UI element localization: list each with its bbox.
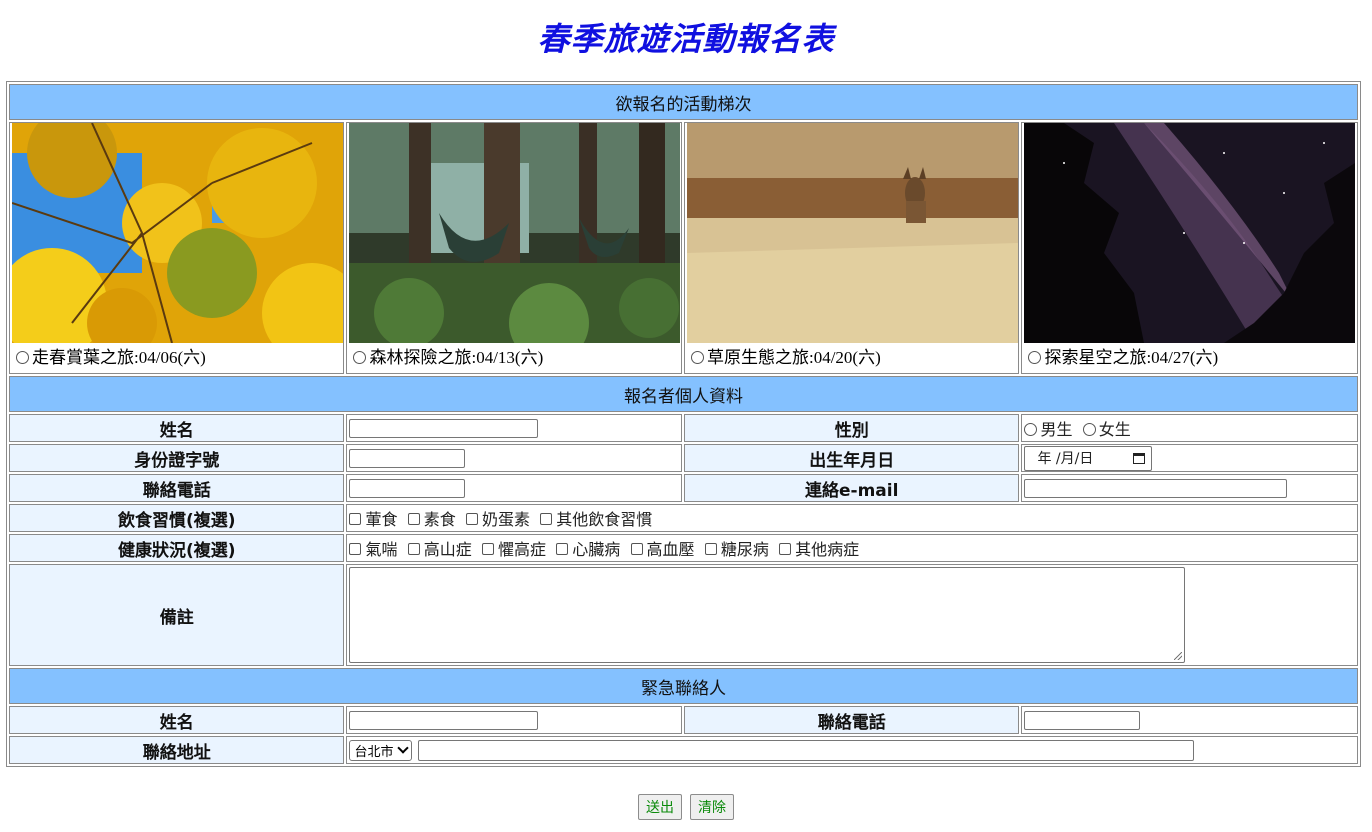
gender-male-label: 男生 [1040,420,1073,439]
address-input[interactable] [417,739,1194,761]
health-other-label: 其他病症 [795,540,860,559]
id-number-label: 身份證字號 [9,444,345,472]
activity-2-radio[interactable] [353,351,367,364]
emergency-phone-input[interactable] [1024,711,1141,731]
autumn-leaves-photo [12,123,343,343]
activity-cell-4: 探索星空之旅:04/27(六) [1021,122,1358,374]
forest-camp-photo [349,123,681,343]
section-header-personal: 報名者個人資料 [9,376,1358,412]
section-header-activities: 欲報名的活動梯次 [9,84,1358,120]
city-select[interactable]: 台北市 [349,739,412,761]
activity-4-label: 探索星空之旅:04/27(六) [1044,348,1219,367]
health-hypertension-label: 高血壓 [646,540,695,559]
diet-other-label: 其他飲食習慣 [556,510,653,529]
email-input[interactable] [1024,479,1288,499]
health-heart-label: 心臟病 [572,540,621,559]
activity-1-label: 走春賞葉之旅:04/06(六) [32,348,206,367]
milky-way-photo [1024,123,1356,343]
phone-input[interactable] [349,479,466,499]
activity-cell-3: 草原生態之旅:04/20(六) [683,122,1020,374]
health-label: 健康狀況(複選) [9,534,345,562]
health-asthma-checkbox[interactable] [349,543,362,555]
health-altitude-checkbox[interactable] [407,543,420,555]
resize-grip-icon[interactable] [1174,652,1183,660]
email-label: 連絡e-mail [683,474,1020,502]
gender-male-radio[interactable] [1024,423,1038,436]
emergency-name-input[interactable] [349,711,539,731]
health-asthma-label: 氣喘 [365,540,398,559]
phone-label: 聯絡電話 [9,474,345,502]
page-title: 春季旅遊活動報名表 [537,20,835,58]
activity-2-label: 森林探險之旅:04/13(六) [369,348,544,367]
reset-button[interactable]: 清除 [690,794,734,820]
section-header-emergency: 緊急聯絡人 [9,668,1358,704]
diet-other-checkbox[interactable] [540,513,553,525]
gender-label: 性別 [683,414,1020,442]
health-acrophobia-label: 懼高症 [498,540,547,559]
submit-button[interactable]: 送出 [638,794,682,820]
emergency-phone-label: 聯絡電話 [683,706,1020,734]
activity-1-radio[interactable] [16,351,29,364]
diet-label: 飲食習慣(複選) [9,504,345,532]
notes-label: 備註 [9,564,345,666]
diet-meat-label: 葷食 [365,510,398,529]
name-input[interactable] [349,419,539,439]
health-acrophobia-checkbox[interactable] [482,543,495,555]
emergency-name-label: 姓名 [9,706,345,734]
diet-vegetarian-label: 素食 [423,510,456,529]
health-other-checkbox[interactable] [779,543,792,555]
diet-lacto-ovo-checkbox[interactable] [466,513,479,525]
gender-female-radio[interactable] [1082,423,1096,436]
calendar-icon[interactable] [1133,452,1146,464]
activity-4-radio[interactable] [1028,351,1042,364]
activity-cell-1: 走春賞葉之旅:04/06(六) [9,122,345,374]
health-diabetes-label: 糖尿病 [720,540,769,559]
gender-female-label: 女生 [1098,420,1131,439]
birthday-date-input[interactable]: 年 /月/日 [1024,445,1153,471]
diet-meat-checkbox[interactable] [349,513,362,525]
birthday-label: 出生年月日 [683,444,1020,472]
registration-form-table: 欲報名的活動梯次 走春賞葉之旅:04/06(六) 森林探險之旅:04/13(六)… [6,81,1361,767]
birthday-placeholder: 年 /月/日 [1037,451,1094,467]
health-diabetes-checkbox[interactable] [704,543,717,555]
activity-3-radio[interactable] [690,351,704,364]
chevron-down-icon [396,742,409,754]
id-number-input[interactable] [349,449,466,469]
health-altitude-label: 高山症 [423,540,472,559]
form-buttons: 送出 清除 [0,794,1372,820]
diet-lacto-ovo-label: 奶蛋素 [482,510,531,529]
city-selected-value: 台北市 [354,744,394,760]
health-heart-checkbox[interactable] [556,543,569,555]
notes-textarea[interactable] [349,567,1186,663]
health-hypertension-checkbox[interactable] [630,543,643,555]
grassland-fox-photo [686,123,1018,343]
diet-vegetarian-checkbox[interactable] [407,513,420,525]
activity-3-label: 草原生態之旅:04/20(六) [706,348,881,367]
emergency-address-label: 聯絡地址 [9,736,345,764]
activity-cell-2: 森林探險之旅:04/13(六) [346,122,682,374]
name-label: 姓名 [9,414,345,442]
